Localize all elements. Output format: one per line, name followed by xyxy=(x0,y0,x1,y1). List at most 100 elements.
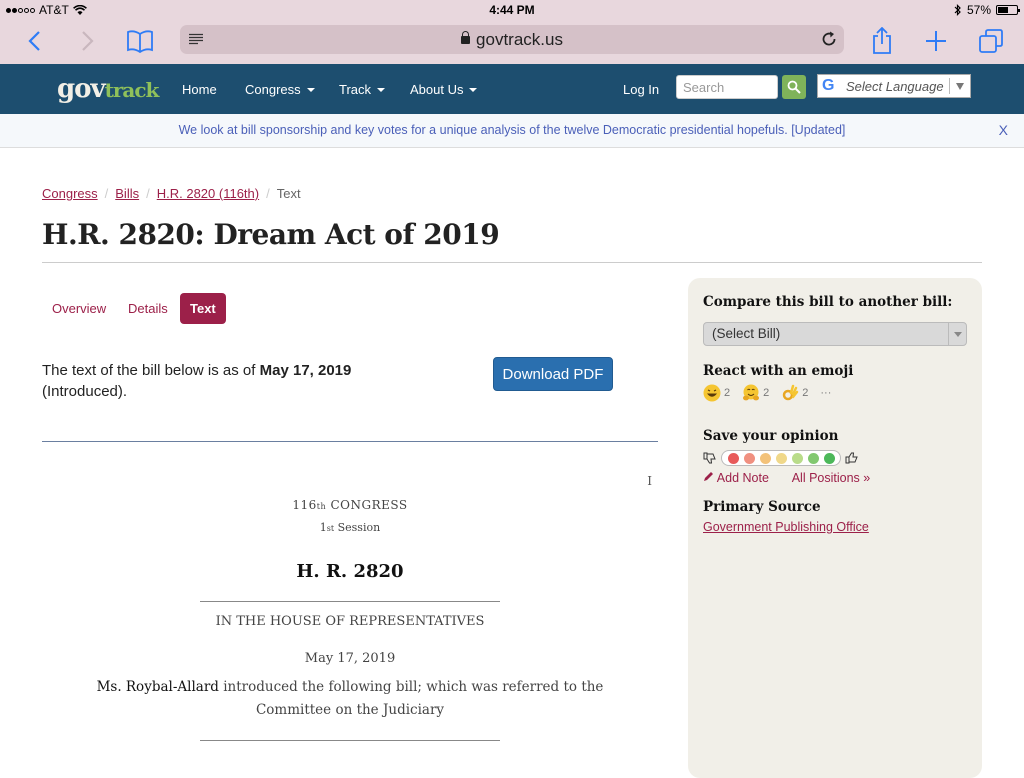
bill-rule xyxy=(200,740,500,741)
page-marker: I xyxy=(647,474,652,488)
all-positions-link[interactable]: All Positions » xyxy=(792,471,871,485)
nav-track[interactable]: Track xyxy=(339,82,386,97)
nav-track-label: Track xyxy=(339,82,372,97)
title-divider xyxy=(42,262,982,263)
add-note-label: Add Note xyxy=(716,471,769,485)
bill-rule xyxy=(200,601,500,602)
primary-source-heading: Primary Source xyxy=(703,499,821,515)
nav-congress-label: Congress xyxy=(245,82,301,97)
back-icon[interactable] xyxy=(18,26,50,56)
share-icon[interactable] xyxy=(866,26,898,56)
browser-toolbar: govtrack.us xyxy=(0,20,1024,64)
opinion-slider[interactable] xyxy=(721,450,841,466)
caret-down-icon xyxy=(306,88,315,92)
hug-emoji-icon xyxy=(743,384,760,401)
forward-icon[interactable] xyxy=(72,26,104,56)
url-text: govtrack.us xyxy=(476,30,563,49)
language-select[interactable]: G Select Language xyxy=(817,74,971,98)
opinion-option-4[interactable] xyxy=(775,452,787,464)
reaction-ok-hand[interactable]: 2 xyxy=(781,384,808,402)
grin-emoji-icon xyxy=(703,384,721,402)
breadcrumb-congress[interactable]: Congress xyxy=(42,186,98,201)
reaction-count: 2 xyxy=(802,387,809,399)
announcement-banner: We look at bill sponsorship and key vote… xyxy=(0,114,1024,148)
sidebar: Compare this bill to another bill: (Sele… xyxy=(688,278,982,778)
compare-heading: Compare this bill to another bill: xyxy=(703,294,953,310)
breadcrumb-separator: / xyxy=(104,186,109,201)
tab-overview[interactable]: Overview xyxy=(42,293,116,324)
battery-percent: 57% xyxy=(966,3,991,17)
asof-status: (Introduced). xyxy=(42,383,128,400)
opinion-option-5[interactable] xyxy=(791,452,803,464)
opinion-heading: Save your opinion xyxy=(703,428,839,444)
opinion-option-6[interactable] xyxy=(807,452,819,464)
search-button[interactable] xyxy=(782,75,806,99)
session-number: 1 xyxy=(319,521,327,534)
react-heading: React with an emoji xyxy=(703,363,854,379)
reaction-grin[interactable]: 2 xyxy=(703,384,730,402)
new-tab-icon[interactable] xyxy=(920,26,952,56)
search-input[interactable]: Search xyxy=(676,75,778,99)
breadcrumb: Congress / Bills / H.R. 2820 (116th) / Text xyxy=(42,186,301,201)
google-icon: G xyxy=(822,77,835,94)
nav-about[interactable]: About Us xyxy=(410,82,478,97)
primary-source-link[interactable]: Government Publishing Office xyxy=(703,520,869,534)
opinion-links: Add Note All Positions » xyxy=(703,471,880,485)
caret-down-icon xyxy=(469,88,478,92)
nav-login[interactable]: Log In xyxy=(623,82,659,97)
compare-select-label: (Select Bill) xyxy=(712,326,781,341)
logo-gov: gov xyxy=(57,74,106,104)
dropdown-arrow-icon xyxy=(956,83,964,90)
bookmarks-icon[interactable] xyxy=(124,26,156,56)
govtrack-logo[interactable]: govtrack xyxy=(57,74,159,104)
asof-prefix: The text of the bill below is as of xyxy=(42,362,260,379)
pencil-icon xyxy=(704,472,713,481)
reaction-count: 2 xyxy=(763,387,770,399)
status-right: 57% xyxy=(954,3,1020,17)
close-banner-button[interactable]: X xyxy=(999,122,1008,138)
add-note-link[interactable]: Add Note xyxy=(703,471,779,485)
congress-number: 116 xyxy=(292,498,317,512)
nav-congress[interactable]: Congress xyxy=(245,82,315,97)
caret-down-icon xyxy=(377,88,386,92)
opinion-option-2[interactable] xyxy=(743,452,755,464)
announcement-link[interactable]: We look at bill sponsorship and key vote… xyxy=(0,123,1024,137)
asof-date: May 17, 2019 xyxy=(259,362,352,379)
tab-details[interactable]: Details xyxy=(118,293,178,324)
tabs-icon[interactable] xyxy=(975,26,1007,56)
session-word: Session xyxy=(334,521,381,534)
nav-home[interactable]: Home xyxy=(182,82,217,97)
dropdown-arrow-icon xyxy=(948,323,966,345)
reload-icon[interactable] xyxy=(820,30,838,48)
breadcrumb-bills[interactable]: Bills xyxy=(115,186,139,201)
thumbs-up-icon[interactable] xyxy=(845,452,859,464)
opinion-scale xyxy=(703,450,859,466)
opinion-option-7[interactable] xyxy=(823,452,835,464)
bill-introduction: Ms. Roybal-Allard introduced the followi… xyxy=(62,676,638,722)
bill-date: May 17, 2019 xyxy=(304,651,396,666)
tab-text[interactable]: Text xyxy=(180,293,226,324)
site-navbar: govtrack Home Congress Track About Us Lo… xyxy=(0,64,1024,114)
congress-line: 116th CONGRESS xyxy=(42,498,658,512)
reaction-count: 2 xyxy=(724,387,731,399)
url-display[interactable]: govtrack.us xyxy=(180,30,844,50)
address-bar[interactable]: govtrack.us xyxy=(180,25,844,54)
battery-icon xyxy=(996,5,1020,15)
breadcrumb-current: Text xyxy=(276,186,301,201)
select-divider xyxy=(949,78,950,94)
compare-bill-select[interactable]: (Select Bill) xyxy=(703,322,967,346)
reaction-hug[interactable]: 2 xyxy=(742,384,769,402)
download-pdf-button[interactable]: Download PDF xyxy=(493,357,613,391)
intro-text: introduced the following bill; which was… xyxy=(218,679,604,718)
thumbs-down-icon[interactable] xyxy=(703,452,717,464)
text-version-note: The text of the bill below is as of May … xyxy=(42,360,382,402)
session-line: 1st Session xyxy=(42,521,658,534)
opinion-option-3[interactable] xyxy=(759,452,771,464)
breadcrumb-bill[interactable]: H.R. 2820 (116th) xyxy=(157,186,259,201)
opinion-option-1[interactable] xyxy=(727,452,739,464)
breadcrumb-separator: / xyxy=(146,186,150,201)
page-title: H.R. 2820: Dream Act of 2019 xyxy=(42,218,500,251)
more-reactions-button[interactable]: ··· xyxy=(820,387,831,399)
document-divider xyxy=(42,441,658,442)
bill-number: H. R. 2820 xyxy=(296,561,404,582)
